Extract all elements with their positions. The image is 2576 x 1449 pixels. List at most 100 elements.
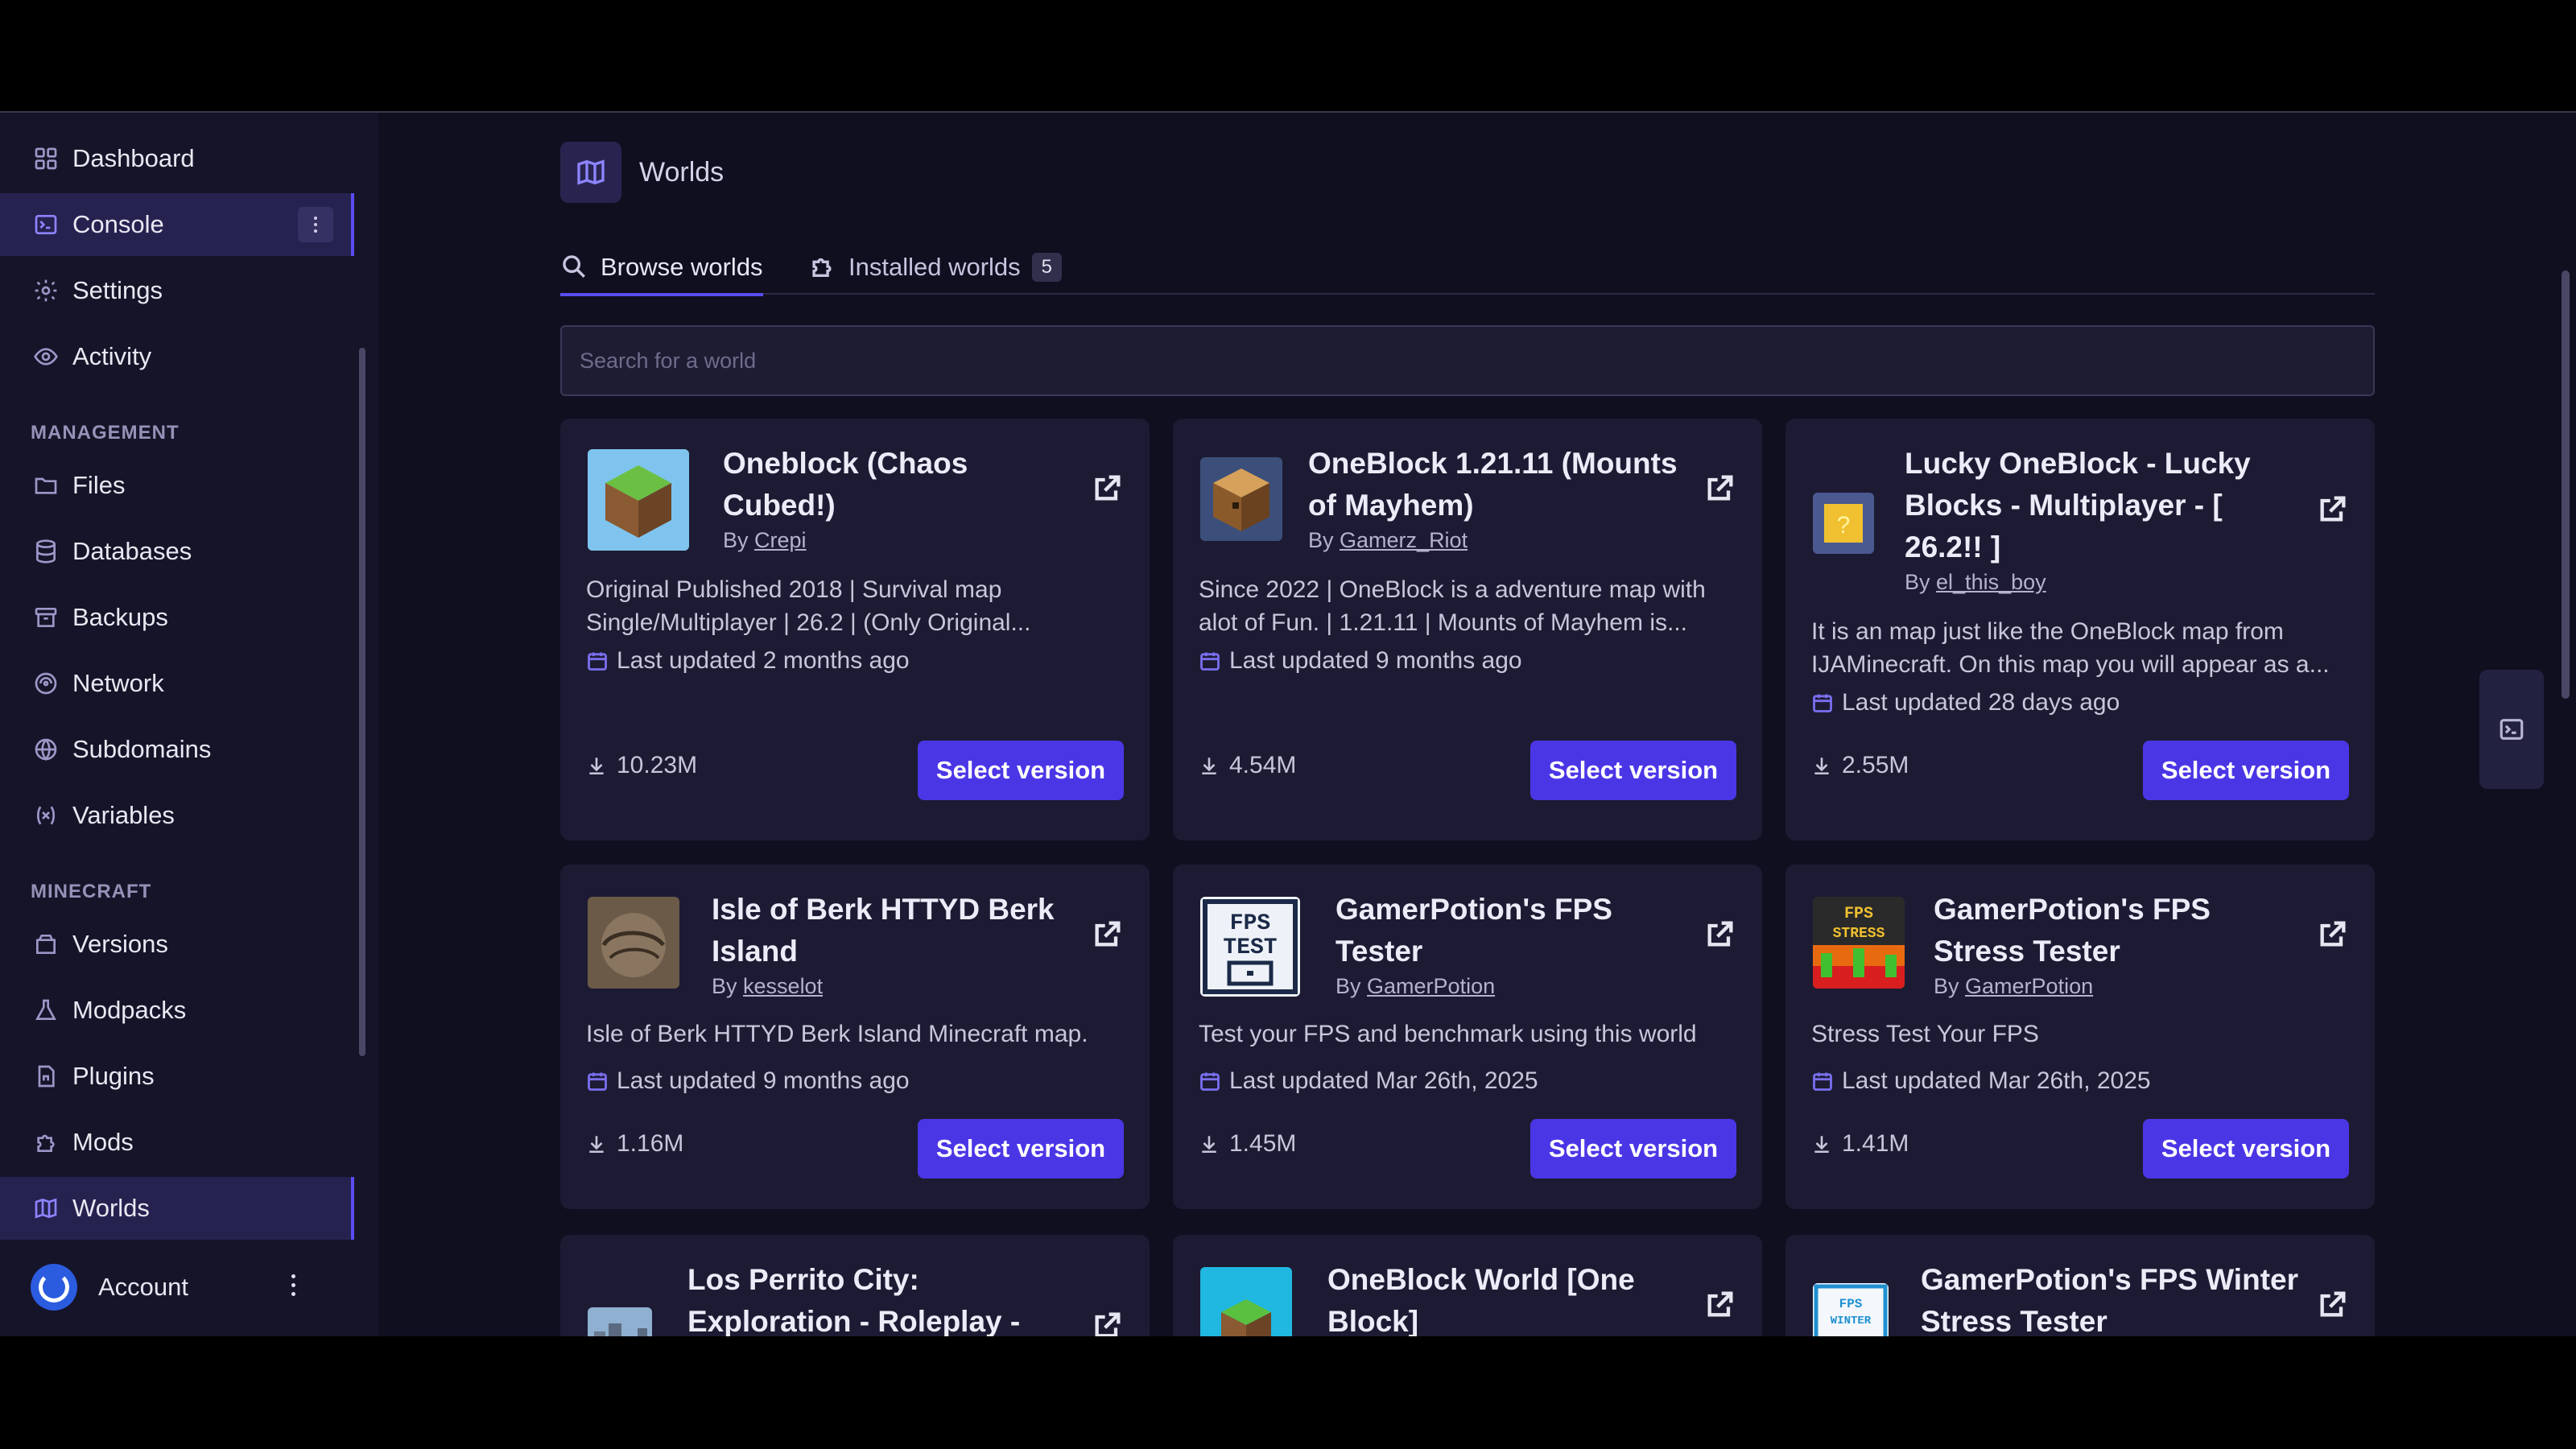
world-card: ? Lucky OneBlock - Lucky Blocks - Multip… — [1785, 419, 2375, 840]
avatar — [31, 1264, 77, 1311]
external-link-icon[interactable] — [2317, 918, 2349, 950]
world-thumbnail: ? — [1813, 493, 1874, 554]
download-icon — [589, 1136, 604, 1154]
download-icon — [589, 758, 604, 775]
author-link[interactable]: kesselot — [743, 974, 823, 998]
account-menu[interactable]: Account — [31, 1264, 188, 1311]
author-link[interactable]: Crepi — [754, 528, 807, 552]
svg-text:?: ? — [1837, 512, 1851, 539]
flask-icon — [32, 997, 60, 1024]
globe-icon — [32, 736, 60, 763]
main-content: Worlds Browse worlds Installed worlds 5 … — [378, 113, 2576, 1336]
world-title: Oneblock (Chaos Cubed!) — [723, 447, 968, 522]
world-author: By Crepi — [723, 528, 807, 552]
author-link[interactable]: el_this_boy — [1936, 570, 2046, 594]
sidebar-item-worlds[interactable]: Worlds — [0, 1177, 354, 1240]
gear-icon — [32, 277, 60, 304]
sidebar-item-variables[interactable]: Variables — [0, 784, 354, 847]
world-card: OneBlock World [One Block] — [1173, 1235, 1762, 1336]
tab-installed-worlds[interactable]: Installed worlds 5 — [808, 250, 1063, 295]
external-link-icon[interactable] — [1704, 918, 1736, 950]
external-link-icon[interactable] — [2317, 1288, 2349, 1320]
external-link-icon[interactable] — [1704, 472, 1736, 504]
world-thumbnail: FPS TEST — [1200, 897, 1300, 997]
svg-text:FPS: FPS — [1844, 905, 1873, 923]
author-link[interactable]: Gamerz_Riot — [1340, 528, 1468, 552]
account-more-button[interactable] — [291, 1272, 295, 1298]
world-author: By GamerPotion — [1335, 974, 1496, 998]
world-author: By GamerPotion — [1934, 974, 2094, 998]
sidebar-scrollbar[interactable] — [359, 348, 365, 1056]
variable-icon — [32, 802, 60, 829]
world-thumbnail — [1200, 457, 1282, 541]
sidebar-item-label: Console — [72, 210, 164, 238]
world-card: FPS WINTER GamerPotion's FPS Winter Stres… — [1785, 1235, 2375, 1336]
world-title: GamerPotion's FPS Tester — [1335, 893, 1612, 968]
map-icon — [32, 1195, 60, 1222]
tab-browse-worlds[interactable]: Browse worlds — [560, 250, 763, 296]
world-card: FPS TEST GamerPotion's FPS Tester By Game… — [1173, 865, 1762, 1209]
world-title: GamerPotion's FPS Winter Stress Tester — [1921, 1263, 2298, 1336]
sidebar-item-label: Databases — [72, 537, 192, 565]
external-link-icon[interactable] — [1092, 1309, 1124, 1336]
world-author: By Gamerz_Riot — [1308, 528, 1468, 552]
world-title: Los Perrito City: Exploration - Roleplay… — [687, 1263, 1021, 1336]
world-thumbnail: FPS WINTER — [1813, 1283, 1889, 1336]
sidebar-item-files[interactable]: Files — [0, 454, 354, 517]
search-icon — [563, 255, 585, 278]
sidebar-item-modpacks[interactable]: Modpacks — [0, 979, 354, 1042]
sidebar-item-backups[interactable]: Backups — [0, 586, 354, 649]
sidebar: Dashboard Console Settings Activity MANA… — [0, 113, 378, 1336]
sidebar-item-activity[interactable]: Activity — [0, 325, 354, 388]
author-link[interactable]: GamerPotion — [1965, 974, 2093, 998]
select-version-button[interactable]: Select version — [1530, 741, 1736, 800]
svg-text:WINTER: WINTER — [1831, 1315, 1872, 1327]
sidebar-item-label: Settings — [72, 276, 163, 304]
world-downloads: 2.55M — [1811, 752, 1909, 779]
sidebar-item-dashboard[interactable]: Dashboard — [0, 127, 354, 190]
sidebar-item-databases[interactable]: Databases — [0, 520, 354, 583]
world-downloads: 4.54M — [1199, 752, 1296, 779]
select-version-button[interactable]: Select version — [2143, 1119, 2349, 1179]
download-icon — [1202, 758, 1216, 775]
console-more-button[interactable] — [298, 207, 333, 242]
world-downloads: 1.41M — [1811, 1130, 1909, 1158]
download-icon — [1202, 1136, 1216, 1154]
console-toggle-button[interactable] — [2479, 670, 2544, 789]
external-link-icon[interactable] — [1092, 472, 1124, 504]
archive-icon — [32, 604, 60, 631]
world-updated: Last updated 2 months ago — [586, 647, 910, 675]
tab-bar: Browse worlds Installed worlds 5 — [560, 250, 2375, 296]
world-description: Stress Test Your FPS — [1811, 1021, 2039, 1047]
calendar-icon — [1813, 1072, 1832, 1091]
search-input[interactable] — [560, 325, 2375, 396]
account-label: Account — [98, 1273, 189, 1301]
select-version-button[interactable]: Select version — [2143, 741, 2349, 800]
select-version-button[interactable]: Select version — [918, 741, 1124, 800]
page-header: Worlds — [560, 142, 724, 203]
sidebar-item-settings[interactable]: Settings — [0, 259, 354, 322]
author-link[interactable]: GamerPotion — [1367, 974, 1495, 998]
world-author: By kesselot — [712, 974, 824, 998]
main-scrollbar[interactable] — [2562, 270, 2570, 699]
sidebar-item-console[interactable]: Console — [0, 193, 354, 256]
sidebar-item-plugins[interactable]: Plugins — [0, 1045, 354, 1108]
sidebar-item-subdomains[interactable]: Subdomains — [0, 718, 354, 781]
svg-text:FPS: FPS — [1839, 1297, 1863, 1311]
select-version-button[interactable]: Select version — [918, 1119, 1124, 1179]
sidebar-item-label: Mods — [72, 1128, 134, 1156]
installed-count-badge: 5 — [1031, 253, 1063, 282]
world-title: Lucky OneBlock - Lucky Blocks - Multipla… — [1905, 447, 2251, 564]
select-version-button[interactable]: Select version — [1530, 1119, 1736, 1179]
world-downloads: 1.16M — [586, 1130, 683, 1158]
external-link-icon[interactable] — [1092, 918, 1124, 950]
sidebar-item-versions[interactable]: Versions — [0, 913, 354, 976]
external-link-icon[interactable] — [1704, 1288, 1736, 1320]
external-link-icon[interactable] — [2317, 493, 2349, 525]
eye-icon — [32, 343, 60, 370]
world-thumbnail — [588, 1307, 652, 1336]
calendar-icon — [1200, 1072, 1220, 1091]
sidebar-item-mods[interactable]: Mods — [0, 1111, 354, 1174]
sidebar-item-network[interactable]: Network — [0, 652, 354, 715]
world-description: Since 2022 | OneBlock is a adventure map… — [1199, 576, 1706, 636]
